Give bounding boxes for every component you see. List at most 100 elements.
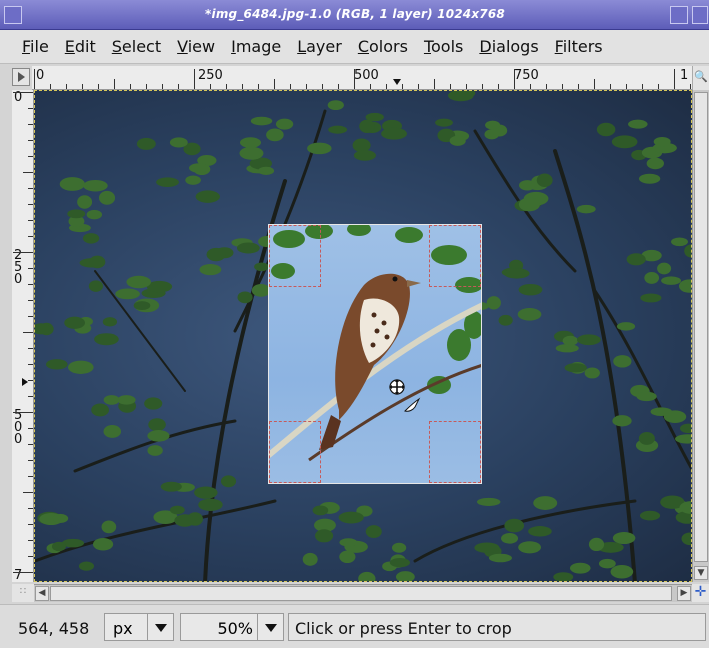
- crop-handle-bottom-right[interactable]: [429, 421, 481, 483]
- scroll-right-arrow-icon[interactable]: ▶: [677, 586, 691, 601]
- leaf: [678, 279, 691, 293]
- window-titlebar[interactable]: *img_6484.jpg-1.0 (RGB, 1 layer) 1024x76…: [0, 0, 709, 30]
- leaf: [576, 334, 601, 346]
- horizontal-scrollbar-thumb[interactable]: [50, 586, 672, 601]
- ruler-tick: [28, 476, 33, 477]
- menu-select[interactable]: Select: [112, 37, 161, 56]
- ruler-tick: [28, 380, 33, 381]
- vertical-ruler[interactable]: 0 250 500 7: [12, 90, 34, 582]
- ruler-tick: [338, 84, 339, 89]
- ruler-tick: [23, 332, 33, 333]
- zoom-icon[interactable]: 🔍: [692, 66, 709, 90]
- pointer-coordinates: 564, 458: [18, 619, 90, 638]
- leaf: [611, 135, 638, 149]
- menu-tools[interactable]: Tools: [424, 37, 463, 56]
- crop-selection[interactable]: [268, 224, 482, 484]
- leaf: [77, 195, 93, 209]
- window-menu-button[interactable]: [4, 6, 22, 24]
- leaf: [147, 430, 170, 442]
- leaf: [681, 532, 691, 546]
- chevron-down-icon[interactable]: [147, 614, 173, 640]
- ruler-tick: [13, 252, 33, 253]
- leaf: [613, 355, 632, 368]
- vruler-label-500: 500: [14, 408, 23, 447]
- leaf: [88, 280, 103, 292]
- navigate-icon[interactable]: ✛: [692, 584, 709, 602]
- menu-layer[interactable]: Layer: [297, 37, 342, 56]
- padding-corner-icon: ∷: [12, 584, 34, 602]
- crop-handle-top-right[interactable]: [429, 225, 481, 287]
- ruler-tick: [28, 300, 33, 301]
- ruler-tick: [562, 84, 563, 89]
- vertical-scrollbar-thumb[interactable]: [694, 92, 708, 562]
- menu-edit[interactable]: Edit: [65, 37, 96, 56]
- vertical-scrollbar[interactable]: ▼: [692, 90, 709, 582]
- ruler-tick: [642, 84, 643, 89]
- leaf: [657, 262, 672, 275]
- menu-colors[interactable]: Colors: [358, 37, 408, 56]
- ruler-tick: [242, 84, 243, 89]
- image-canvas[interactable]: [34, 90, 692, 582]
- scroll-left-arrow-icon[interactable]: ◀: [35, 586, 49, 601]
- ruler-tick: [322, 84, 323, 89]
- horizontal-ruler[interactable]: 0 250 500 750 1: [32, 66, 692, 90]
- ruler-tick: [114, 79, 115, 89]
- ruler-tick: [98, 84, 99, 89]
- ruler-tick: [386, 84, 387, 89]
- ruler-tick: [13, 572, 33, 573]
- scroll-down-arrow-icon[interactable]: ▼: [694, 566, 708, 580]
- leaf: [485, 120, 501, 130]
- leaf: [653, 136, 671, 147]
- status-message: Click or press Enter to crop: [288, 613, 706, 641]
- leaf: [638, 173, 661, 184]
- chevron-down-icon[interactable]: [257, 614, 283, 640]
- leaf: [616, 322, 636, 331]
- ruler-tick: [28, 268, 33, 269]
- menu-file[interactable]: File: [22, 37, 49, 56]
- ruler-tick: [23, 172, 33, 173]
- leaf: [391, 542, 407, 553]
- leaf: [644, 272, 660, 284]
- leaf: [680, 423, 691, 434]
- leaf: [353, 150, 376, 161]
- leaf: [570, 564, 586, 573]
- ruler-tick: [194, 69, 195, 89]
- horizontal-scrollbar[interactable]: ◀ ▶: [34, 584, 692, 602]
- leaf: [115, 288, 140, 300]
- menu-filters[interactable]: Filters: [555, 37, 603, 56]
- leaf: [83, 179, 108, 192]
- status-message-text: Click or press Enter to crop: [295, 619, 512, 638]
- crop-handle-top-left[interactable]: [269, 225, 321, 287]
- leaf: [136, 137, 156, 150]
- leaf: [339, 550, 356, 564]
- leaf: [638, 432, 655, 445]
- ruler-tick: [178, 84, 179, 89]
- menu-image[interactable]: Image: [231, 37, 281, 56]
- quick-mask-toggle[interactable]: [12, 68, 30, 86]
- menu-view[interactable]: View: [177, 37, 215, 56]
- leaf: [588, 537, 605, 552]
- leaf: [199, 264, 222, 276]
- close-button[interactable]: [692, 6, 708, 24]
- leaf: [220, 475, 237, 488]
- ruler-tick: [226, 84, 227, 89]
- crop-handle-bottom-left[interactable]: [269, 421, 321, 483]
- unit-select[interactable]: px: [104, 613, 174, 641]
- ruler-tick: [28, 540, 33, 541]
- vruler-label-250: 250: [14, 248, 23, 287]
- leaf: [174, 514, 196, 527]
- leaf: [169, 505, 185, 515]
- leaf: [389, 558, 410, 568]
- leaf: [169, 137, 188, 148]
- menubar: File Edit Select View Image Layer Colors…: [0, 30, 709, 64]
- maximize-button[interactable]: [670, 6, 688, 24]
- leaf: [185, 175, 201, 185]
- ruler-tick: [130, 84, 131, 89]
- zoom-select[interactable]: 50%: [180, 613, 284, 641]
- leaf: [198, 498, 223, 511]
- leaf: [339, 538, 358, 547]
- ruler-tick: [498, 84, 499, 89]
- leaf: [237, 291, 253, 304]
- menu-dialogs[interactable]: Dialogs: [479, 37, 538, 56]
- hruler-label-500: 500: [354, 68, 379, 83]
